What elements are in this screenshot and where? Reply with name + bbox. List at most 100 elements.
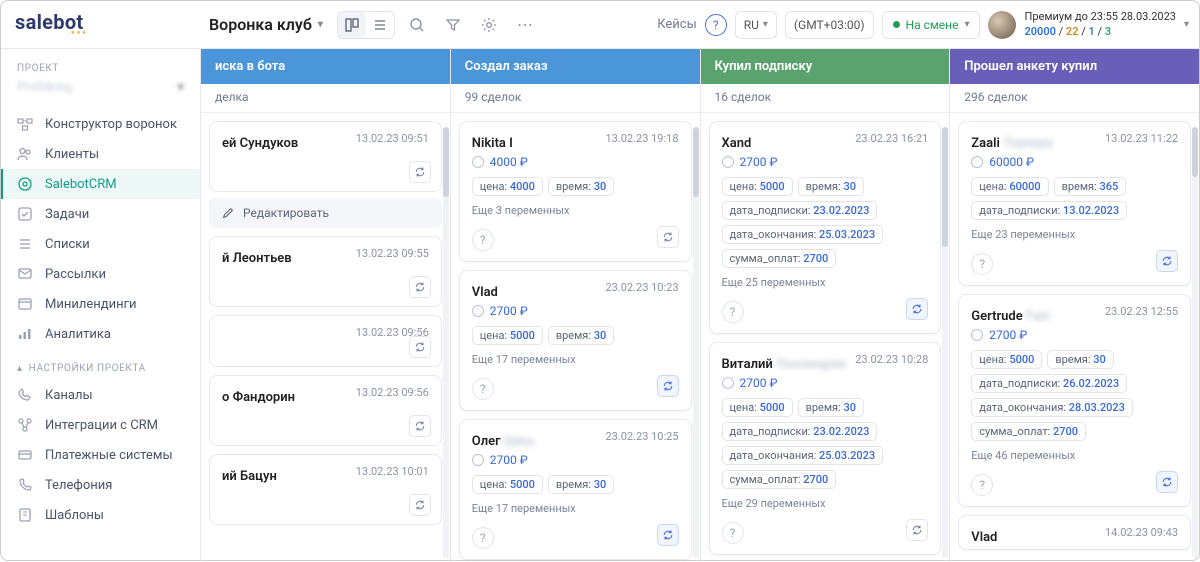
question-icon[interactable]: ?: [472, 378, 494, 400]
avatar[interactable]: [988, 11, 1016, 39]
cases-link[interactable]: Кейсы: [657, 17, 696, 32]
variable-tag: время: 30: [1047, 350, 1113, 369]
funnel-selector[interactable]: Воронка клуб▾: [209, 15, 323, 34]
nav-icon: [17, 447, 33, 463]
refresh-icon[interactable]: [657, 524, 679, 546]
scrollbar[interactable]: [1192, 127, 1198, 558]
deal-card[interactable]: Виталий Пономарев 23.02.23 10:28 2700 ₽ …: [709, 342, 942, 555]
question-icon[interactable]: ?: [722, 301, 744, 323]
question-icon[interactable]: ?: [472, 527, 494, 549]
refresh-icon[interactable]: [906, 298, 928, 320]
scrollbar[interactable]: [443, 127, 449, 558]
question-icon[interactable]: ?: [722, 522, 744, 544]
scrollbar[interactable]: [693, 127, 699, 558]
column-header[interactable]: Купил подписку: [701, 49, 950, 84]
edit-button[interactable]: Редактировать: [209, 198, 442, 228]
filter-icon[interactable]: [439, 11, 467, 39]
sidebar-item[interactable]: Каналы: [1, 380, 200, 410]
chevron-down-icon: ▾: [318, 19, 323, 30]
more-icon[interactable]: ⋯: [511, 11, 539, 39]
account-chevron-icon[interactable]: ▾: [1184, 19, 1189, 30]
nav-icon: [17, 326, 33, 342]
sidebar-item[interactable]: SalebotCRM: [1, 169, 200, 199]
logo[interactable]: salebot•••: [1, 10, 201, 39]
sidebar-item[interactable]: Рассылки: [1, 259, 200, 289]
coin-icon: [722, 156, 734, 168]
variable-tag: цена: 5000: [971, 350, 1042, 369]
more-variables[interactable]: Еще 17 переменных: [472, 353, 679, 366]
deal-title: Олег Шиш: [472, 434, 535, 449]
sidebar-item[interactable]: Интеграции с CRM: [1, 410, 200, 440]
question-icon[interactable]: ?: [472, 229, 494, 251]
deal-card[interactable]: Vlad 14.02.23 09:43: [958, 515, 1191, 550]
nav-label: Минилендинги: [45, 297, 137, 312]
view-kanban-button[interactable]: [338, 12, 366, 38]
variable-tag: время: 30: [798, 177, 864, 196]
sidebar-item[interactable]: Клиенты: [1, 139, 200, 169]
project-selector[interactable]: Profitking▾: [1, 80, 200, 109]
sidebar-item[interactable]: Конструктор воронок: [1, 109, 200, 139]
column-header[interactable]: Создал заказ: [451, 49, 700, 84]
deal-card[interactable]: ей Сундуков 13.02.23 09:51: [209, 121, 442, 192]
column-count: делка: [201, 84, 450, 113]
coin-icon: [472, 305, 484, 317]
deal-card[interactable]: 13.02.23 09:56: [209, 315, 442, 367]
question-icon[interactable]: ?: [971, 253, 993, 275]
deal-card[interactable]: Gertrude Fain 23.02.23 12:55 2700 ₽ цена…: [958, 294, 1191, 507]
variable-tag: время: 30: [548, 475, 614, 494]
more-variables[interactable]: Еще 46 переменных: [971, 449, 1178, 462]
shift-status[interactable]: На смене▾: [882, 11, 981, 39]
lang-selector[interactable]: RU▾: [735, 11, 777, 39]
deal-card[interactable]: Zaali Тхапава 13.02.23 11:22 60000 ₽ цен…: [958, 121, 1191, 286]
search-icon[interactable]: [403, 11, 431, 39]
variable-tag: дата_окончания: 25.03.2023: [722, 446, 884, 465]
deal-card[interactable]: ий Бацун 13.02.23 10:01: [209, 454, 442, 525]
nav-label: Конструктор воронок: [45, 117, 177, 132]
refresh-icon[interactable]: [409, 276, 431, 298]
sidebar-item[interactable]: Платежные системы: [1, 440, 200, 470]
sidebar-item[interactable]: Минилендинги: [1, 289, 200, 319]
deal-card[interactable]: Олег Шиш 23.02.23 10:25 2700 ₽ цена: 500…: [459, 419, 692, 560]
deal-date: 23.02.23 12:55: [1105, 305, 1178, 318]
refresh-icon[interactable]: [409, 161, 431, 183]
deal-card[interactable]: Vlad 23.02.23 10:23 2700 ₽ цена: 5000вре…: [459, 270, 692, 411]
refresh-icon[interactable]: [1156, 471, 1178, 493]
nav-label: Задачи: [45, 207, 89, 222]
deal-card[interactable]: Nikita I 13.02.23 19:18 4000 ₽ цена: 400…: [459, 121, 692, 262]
kanban-column: иска в бота делка ей Сундуков 13.02.23 0…: [201, 49, 450, 562]
refresh-icon[interactable]: [906, 519, 928, 541]
refresh-icon[interactable]: [1156, 250, 1178, 272]
nav-icon: [17, 417, 33, 433]
view-list-button[interactable]: [366, 12, 394, 38]
deal-card[interactable]: о Фандорин 13.02.23 09:56: [209, 375, 442, 446]
coin-icon: [971, 329, 983, 341]
deal-card[interactable]: Xand 23.02.23 16:21 2700 ₽ цена: 5000вре…: [709, 121, 942, 334]
more-variables[interactable]: Еще 3 переменных: [472, 204, 679, 217]
refresh-icon[interactable]: [409, 336, 431, 358]
refresh-icon[interactable]: [409, 494, 431, 516]
sidebar-item[interactable]: Аналитика: [1, 319, 200, 349]
question-icon[interactable]: ?: [971, 474, 993, 496]
refresh-icon[interactable]: [657, 375, 679, 397]
column-header[interactable]: Прошел анкету купил: [950, 49, 1199, 84]
deal-amount: 60000 ₽: [971, 155, 1178, 169]
sidebar-item[interactable]: Телефония: [1, 470, 200, 500]
settings-icon[interactable]: [475, 11, 503, 39]
timezone-selector[interactable]: (GMT+03:00): [785, 11, 874, 39]
nav-label: Интеграции с CRM: [45, 418, 158, 433]
sidebar-item[interactable]: Шаблоны: [1, 500, 200, 530]
more-variables[interactable]: Еще 29 переменных: [722, 497, 929, 510]
sidebar-item[interactable]: Задачи: [1, 199, 200, 229]
refresh-icon[interactable]: [409, 415, 431, 437]
help-icon[interactable]: ?: [705, 14, 727, 36]
deal-card[interactable]: й Леонтьев 13.02.23 09:55: [209, 236, 442, 307]
refresh-icon[interactable]: [657, 226, 679, 248]
column-header[interactable]: иска в бота: [201, 49, 450, 84]
scrollbar[interactable]: [942, 127, 948, 558]
more-variables[interactable]: Еще 25 переменных: [722, 276, 929, 289]
sidebar-item[interactable]: Списки: [1, 229, 200, 259]
coin-icon: [472, 454, 484, 466]
view-toggle: [337, 11, 395, 39]
more-variables[interactable]: Еще 23 переменных: [971, 228, 1178, 241]
more-variables[interactable]: Еще 17 переменных: [472, 502, 679, 515]
